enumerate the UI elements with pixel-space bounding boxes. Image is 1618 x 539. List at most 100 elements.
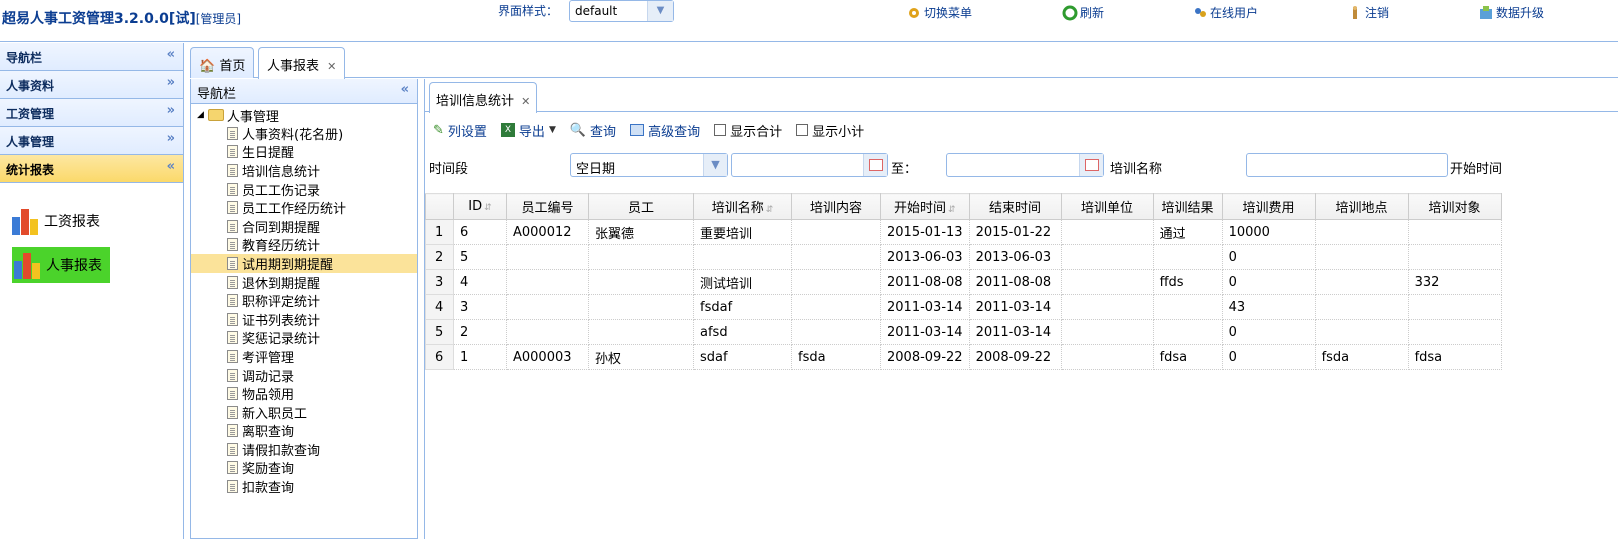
nav-section-reports[interactable]: 统计报表 «: [0, 155, 183, 183]
nav-title-text: 导航栏: [6, 51, 43, 65]
tree-item[interactable]: 扣款查询: [191, 477, 417, 496]
show-subtotal-checkbox[interactable]: 显示小计: [796, 121, 864, 140]
document-icon: [227, 442, 238, 456]
collapse-icon[interactable]: «: [167, 47, 175, 62]
advanced-query-button[interactable]: 高级查询: [630, 121, 700, 140]
show-total-checkbox[interactable]: 显示合计: [714, 121, 782, 140]
triangle-down-icon[interactable]: ◢: [197, 110, 204, 120]
tree-item-label: 离职查询: [242, 425, 295, 441]
tree-item[interactable]: 生日提醒: [191, 143, 417, 161]
table-cell: [1314, 244, 1409, 270]
col-header-target[interactable]: 培训对象: [1407, 193, 1502, 220]
switch-menu-link[interactable]: 切换菜单: [906, 4, 972, 21]
end-date-input[interactable]: [946, 153, 1104, 177]
col-header-id[interactable]: ID ⇵: [453, 193, 507, 220]
period-select-value: 空日期: [576, 162, 616, 177]
chevron-down-icon[interactable]: ▼: [703, 154, 727, 176]
table-cell: 4: [453, 269, 507, 295]
col-header-employee[interactable]: 员工: [588, 193, 694, 220]
start-date-input[interactable]: [731, 153, 888, 177]
tab-personnel-report[interactable]: 人事报表 ✕: [258, 47, 346, 79]
calendar-icon[interactable]: [863, 154, 887, 176]
table-row[interactable]: 3 4 测试培训 2011-08-08 2011-08-08 ffds 0 332: [425, 269, 1502, 295]
close-icon[interactable]: ✕: [327, 60, 336, 73]
training-name-input[interactable]: [1246, 153, 1448, 177]
tree-item[interactable]: 职称评定统计: [191, 291, 417, 310]
tree-item[interactable]: 调动记录: [191, 366, 417, 385]
table-row[interactable]: 6 1 A000003 孙权 sdaf fsda 2008-09-22 2008-09-22 f…: [425, 344, 1502, 370]
nav-section-personnel-data[interactable]: 人事资料 »: [0, 71, 183, 99]
tree-root[interactable]: ◢ 人事管理: [191, 106, 417, 125]
theme-select[interactable]: default ▼: [569, 0, 674, 22]
col-header-content[interactable]: 培训内容: [791, 193, 881, 220]
tree-item[interactable]: 人事资料(花名册): [191, 124, 417, 143]
checkbox-icon[interactable]: [714, 124, 727, 136]
toolbar: ✎ 列设置 X 导出 ▼ 🔍 查询 高级查询 显示合计 显示小计: [425, 112, 1618, 148]
refresh-link[interactable]: 刷新: [1062, 4, 1104, 21]
column-settings-button[interactable]: ✎ 列设置: [433, 121, 487, 140]
tree-item[interactable]: 培训信息统计: [191, 161, 417, 180]
tree-item[interactable]: 员工工作经历统计: [191, 198, 417, 217]
table-cell: 2011-08-08: [880, 269, 970, 295]
tree-item[interactable]: 教育经历统计: [191, 236, 417, 254]
advanced-query-label: 高级查询: [648, 124, 701, 140]
table-row[interactable]: 2 5 2013-06-03 2013-06-03 0: [425, 244, 1502, 270]
top-bar: 超易人事工资管理3.2.0.0[试][管理员] 界面样式： default ▼ …: [0, 0, 1618, 42]
tree-item[interactable]: 新入职员工: [191, 403, 417, 422]
tree-item[interactable]: 奖惩记录统计: [191, 329, 417, 347]
tree-item[interactable]: 试用期到期提醒: [191, 254, 417, 273]
query-button[interactable]: 🔍 查询: [570, 121, 616, 140]
tree-item[interactable]: 离职查询: [191, 422, 417, 441]
nav-section-personnel-mgmt[interactable]: 人事管理 »: [0, 127, 183, 155]
period-select[interactable]: 空日期 ▼: [570, 153, 728, 177]
collapse-icon: «: [166, 159, 175, 174]
table-cell: 2011-03-14: [968, 294, 1062, 320]
tab-training-stats[interactable]: 培训信息统计 ✕: [429, 82, 538, 113]
tree-item[interactable]: 物品领用: [191, 384, 417, 403]
close-icon[interactable]: ✕: [521, 95, 530, 108]
col-header-result[interactable]: 培训结果: [1152, 193, 1223, 220]
calendar-icon[interactable]: [1079, 154, 1103, 176]
col-header-fee[interactable]: 培训费用: [1221, 193, 1316, 220]
pencil-icon: ✎: [433, 122, 444, 138]
tree-item[interactable]: 证书列表统计: [191, 310, 417, 329]
tree-item[interactable]: 退休到期提醒: [191, 273, 417, 292]
col-header-location[interactable]: 培训地点: [1314, 193, 1409, 220]
table-row[interactable]: 4 3 fsdaf 2011-03-14 2011-03-14 43: [425, 294, 1502, 320]
tree-item[interactable]: 考评管理: [191, 347, 417, 366]
checkbox-icon[interactable]: [796, 124, 809, 136]
tab-home[interactable]: 🏠 首页: [190, 47, 255, 78]
table-cell: [1407, 319, 1502, 345]
col-header-unit[interactable]: 培训单位: [1060, 193, 1154, 220]
nav-section-salary[interactable]: 工资管理 »: [0, 99, 183, 127]
table-row[interactable]: 5 2 afsd 2011-03-14 2011-03-14 0: [425, 319, 1502, 345]
chevron-down-icon[interactable]: ▼: [647, 1, 673, 21]
salary-report-item[interactable]: 工资报表: [10, 203, 173, 239]
tree-panel: 导航栏 « ◢ 人事管理 人事资料(花名册) 生日提醒 培训信息统计 员工工伤记录 员工…: [190, 79, 418, 539]
table-cell: [1152, 319, 1223, 345]
tree-item[interactable]: 请假扣款查询: [191, 440, 417, 459]
export-button[interactable]: X 导出 ▼: [500, 121, 556, 140]
table-cell: [506, 319, 589, 345]
tree-item[interactable]: 奖励查询: [191, 459, 417, 477]
online-users-link[interactable]: 在线用户: [1192, 4, 1258, 21]
table-cell: [1060, 294, 1154, 320]
row-number: 1: [425, 219, 454, 245]
chart-icon: [12, 209, 38, 235]
caret-down-icon[interactable]: ▼: [549, 125, 556, 135]
col-header-emp-no[interactable]: 员工编号: [506, 193, 589, 220]
col-header-training-name[interactable]: 培训名称 ⇵: [693, 193, 792, 220]
table-cell: 2011-08-08: [968, 269, 1062, 295]
table-row[interactable]: 1 6 A000012 张翼德 重要培训 2015-01-13 2015-01-22 通过 10…: [425, 219, 1502, 245]
data-upgrade-link[interactable]: 数据升级: [1478, 4, 1544, 21]
logout-link[interactable]: 注销: [1347, 4, 1389, 21]
table-cell: [588, 244, 694, 270]
collapse-icon[interactable]: «: [401, 82, 409, 97]
col-header-start[interactable]: 开始时间 ⇵: [880, 193, 970, 220]
personnel-report-item[interactable]: 人事报表: [12, 247, 110, 283]
tree-item[interactable]: 合同到期提醒: [191, 217, 417, 236]
table-cell: 测试培训: [693, 269, 792, 295]
table-cell: [1314, 319, 1409, 345]
col-header-end[interactable]: 结束时间: [968, 193, 1062, 220]
tree-item[interactable]: 员工工伤记录: [191, 180, 417, 199]
